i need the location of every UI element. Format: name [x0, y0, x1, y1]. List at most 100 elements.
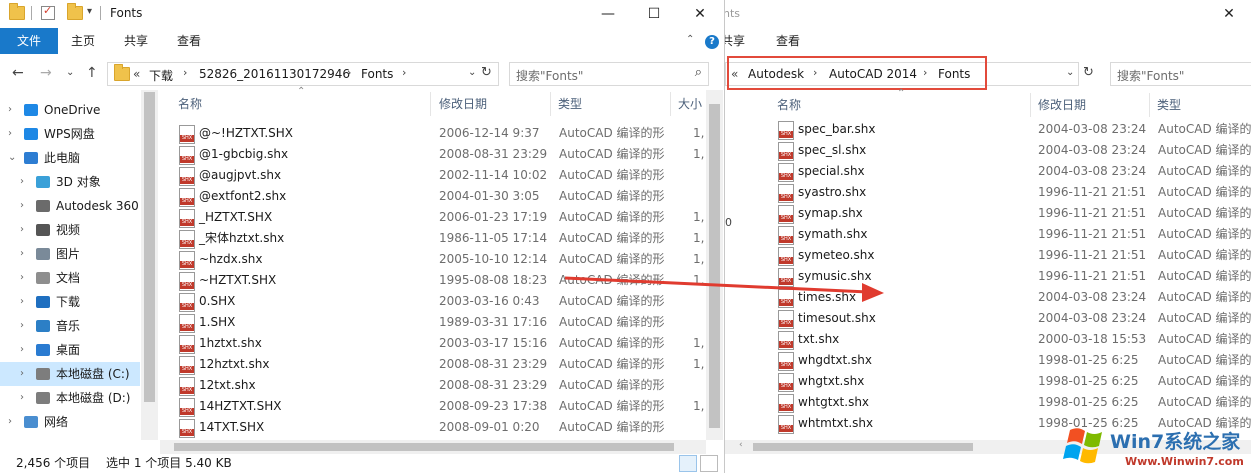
- column-divider[interactable]: [430, 92, 431, 116]
- refresh-icon[interactable]: ↻: [481, 65, 492, 80]
- column-header-type[interactable]: 类型: [1157, 91, 1181, 119]
- large-icons-view-icon[interactable]: [700, 455, 718, 472]
- file-list-scrollbar[interactable]: [706, 90, 723, 440]
- column-divider[interactable]: [1149, 93, 1150, 117]
- tab-file[interactable]: 文件: [0, 28, 59, 54]
- file-row[interactable]: symeteo.shx 1996-11-21 21:51 AutoCAD 编译的: [765, 245, 1251, 266]
- forward-arrow-icon[interactable]: →: [40, 65, 52, 81]
- file-row[interactable]: 14HZTXT.SHX 2008-09-23 17:38 AutoCAD 编译的形 1…: [160, 396, 706, 417]
- file-row[interactable]: ~HZTXT.SHX 1995-08-08 18:23 AutoCAD 编译的形 1,: [160, 270, 706, 291]
- nav-item[interactable]: › WPS网盘: [0, 122, 140, 146]
- file-row[interactable]: 14TXT.SHX 2008-09-01 0:20 AutoCAD 编译的形: [160, 417, 706, 438]
- nav-item[interactable]: › 本地磁盘 (C:): [0, 362, 140, 386]
- expand-chevron-icon[interactable]: ›: [20, 314, 24, 338]
- new-folder-icon[interactable]: [67, 3, 83, 20]
- back-arrow-icon[interactable]: ←: [12, 65, 24, 81]
- expand-chevron-icon[interactable]: ›: [20, 266, 24, 290]
- column-header-type[interactable]: 类型: [558, 90, 582, 118]
- column-header-name[interactable]: 名称: [178, 90, 202, 118]
- expand-chevron-icon[interactable]: ›: [20, 242, 24, 266]
- chevron-right-icon[interactable]: ›: [347, 66, 351, 79]
- address-dropdown-icon[interactable]: ⌄: [468, 67, 476, 78]
- scrollbar-thumb[interactable]: [144, 92, 155, 402]
- details-view-icon[interactable]: [679, 455, 697, 472]
- horizontal-scrollbar[interactable]: [160, 440, 706, 454]
- column-divider[interactable]: [1030, 93, 1031, 117]
- file-row[interactable]: ~hzdx.shx 2005-10-10 12:14 AutoCAD 编译的形 1,: [160, 249, 706, 270]
- expand-chevron-icon[interactable]: ›: [20, 194, 24, 218]
- expand-chevron-icon[interactable]: ›: [20, 338, 24, 362]
- nav-item[interactable]: › 视频: [0, 218, 140, 242]
- tab-home[interactable]: 主页: [71, 28, 95, 54]
- nav-item[interactable]: › 图片: [0, 242, 140, 266]
- tab-view[interactable]: 查看: [177, 28, 201, 54]
- breadcrumb-item[interactable]: Fonts: [361, 67, 393, 81]
- expand-chevron-icon[interactable]: ›: [8, 122, 12, 146]
- nav-item[interactable]: › 文档: [0, 266, 140, 290]
- collapse-ribbon-icon[interactable]: ⌃: [686, 34, 694, 45]
- file-row[interactable]: @1-gbcbig.shx 2008-08-31 23:29 AutoCAD 编译的…: [160, 144, 706, 165]
- nav-item[interactable]: › 下载: [0, 290, 140, 314]
- file-row[interactable]: whtgtxt.shx 1998-01-25 6:25 AutoCAD 编译的: [765, 392, 1251, 413]
- tab-share[interactable]: 共享: [725, 28, 745, 54]
- customize-toolbar-icon[interactable]: ▾: [87, 6, 92, 17]
- refresh-icon[interactable]: ↻: [1083, 65, 1094, 80]
- breadcrumb-item[interactable]: 52826_20161130172946: [199, 67, 350, 81]
- column-header-size[interactable]: 大小: [678, 90, 702, 118]
- expand-chevron-icon[interactable]: ⌄: [8, 146, 16, 170]
- close-button[interactable]: ✕: [677, 0, 723, 28]
- file-row[interactable]: whgtxt.shx 1998-01-25 6:25 AutoCAD 编译的: [765, 371, 1251, 392]
- file-row[interactable]: special.shx 2004-03-08 23:24 AutoCAD 编译的: [765, 161, 1251, 182]
- address-bar[interactable]: « 下载 › 52826_20161130172946 › Fonts › ⌄ …: [107, 62, 499, 86]
- expand-chevron-icon[interactable]: ›: [20, 290, 24, 314]
- properties-icon[interactable]: [41, 4, 55, 20]
- nav-item[interactable]: › 桌面: [0, 338, 140, 362]
- column-header-name[interactable]: 名称: [777, 91, 801, 119]
- nav-item[interactable]: › OneDrive: [0, 98, 140, 122]
- up-arrow-icon[interactable]: ↑: [86, 65, 98, 81]
- search-box[interactable]: 搜索"Fonts" ⌕: [509, 62, 709, 86]
- file-row[interactable]: 12hztxt.shx 2008-08-31 23:29 AutoCAD 编译的形 1…: [160, 354, 706, 375]
- address-dropdown-icon[interactable]: ⌄: [1066, 67, 1074, 78]
- file-row[interactable]: _宋体hztxt.shx 1986-11-05 17:14 AutoCAD 编译的形…: [160, 228, 706, 249]
- expand-chevron-icon[interactable]: ›: [20, 386, 24, 410]
- close-button[interactable]: ✕: [1206, 0, 1251, 28]
- file-row[interactable]: syastro.shx 1996-11-21 21:51 AutoCAD 编译的: [765, 182, 1251, 203]
- nav-item[interactable]: › 音乐: [0, 314, 140, 338]
- tab-view[interactable]: 查看: [776, 28, 800, 54]
- nav-item[interactable]: › 3D 对象: [0, 170, 140, 194]
- scrollbar-thumb[interactable]: [174, 443, 674, 451]
- file-row[interactable]: _HZTXT.SHX 2006-01-23 17:19 AutoCAD 编译的形 1,: [160, 207, 706, 228]
- maximize-button[interactable]: ☐: [631, 0, 677, 28]
- chevron-right-icon[interactable]: ›: [183, 66, 187, 79]
- file-row[interactable]: 0.SHX 2003-03-16 0:43 AutoCAD 编译的形: [160, 291, 706, 312]
- column-divider[interactable]: [670, 92, 671, 116]
- expand-chevron-icon[interactable]: ›: [20, 362, 24, 386]
- file-row[interactable]: txt.shx 2000-03-18 15:53 AutoCAD 编译的: [765, 329, 1251, 350]
- file-row[interactable]: @~!HZTXT.SHX 2006-12-14 9:37 AutoCAD 编译的形 1…: [160, 123, 706, 144]
- file-row[interactable]: @augjpvt.shx 2002-11-14 10:02 AutoCAD 编译的形: [160, 165, 706, 186]
- expand-chevron-icon[interactable]: ›: [20, 170, 24, 194]
- expand-chevron-icon[interactable]: ›: [20, 218, 24, 242]
- scrollbar-thumb[interactable]: [753, 443, 973, 451]
- column-header-date[interactable]: 修改日期: [1038, 91, 1086, 119]
- nav-item[interactable]: › Autodesk 360: [0, 194, 140, 218]
- help-icon[interactable]: ?: [705, 35, 719, 49]
- file-row[interactable]: 1.SHX 1989-03-31 17:16 AutoCAD 编译的形: [160, 312, 706, 333]
- file-row[interactable]: 12txt.shx 2008-08-31 23:29 AutoCAD 编译的形: [160, 375, 706, 396]
- file-row[interactable]: times.shx 2004-03-08 23:24 AutoCAD 编译的: [765, 287, 1251, 308]
- file-row[interactable]: spec_bar.shx 2004-03-08 23:24 AutoCAD 编译的: [765, 119, 1251, 140]
- nav-item[interactable]: › 网络: [0, 410, 140, 434]
- file-row[interactable]: 1hztxt.shx 2003-03-17 15:16 AutoCAD 编译的形 1,: [160, 333, 706, 354]
- recent-locations-icon[interactable]: ⌄: [66, 67, 74, 78]
- column-divider[interactable]: [550, 92, 551, 116]
- breadcrumb-item[interactable]: 下载: [149, 67, 173, 84]
- file-row[interactable]: symath.shx 1996-11-21 21:51 AutoCAD 编译的: [765, 224, 1251, 245]
- tab-share[interactable]: 共享: [124, 28, 148, 54]
- expand-chevron-icon[interactable]: ›: [8, 98, 12, 122]
- file-row[interactable]: whgdtxt.shx 1998-01-25 6:25 AutoCAD 编译的: [765, 350, 1251, 371]
- nav-item[interactable]: › 本地磁盘 (D:): [0, 386, 140, 410]
- minimize-button[interactable]: —: [585, 0, 631, 28]
- search-box[interactable]: 搜索"Fonts": [1110, 62, 1251, 86]
- nav-item[interactable]: ⌄ 此电脑: [0, 146, 140, 170]
